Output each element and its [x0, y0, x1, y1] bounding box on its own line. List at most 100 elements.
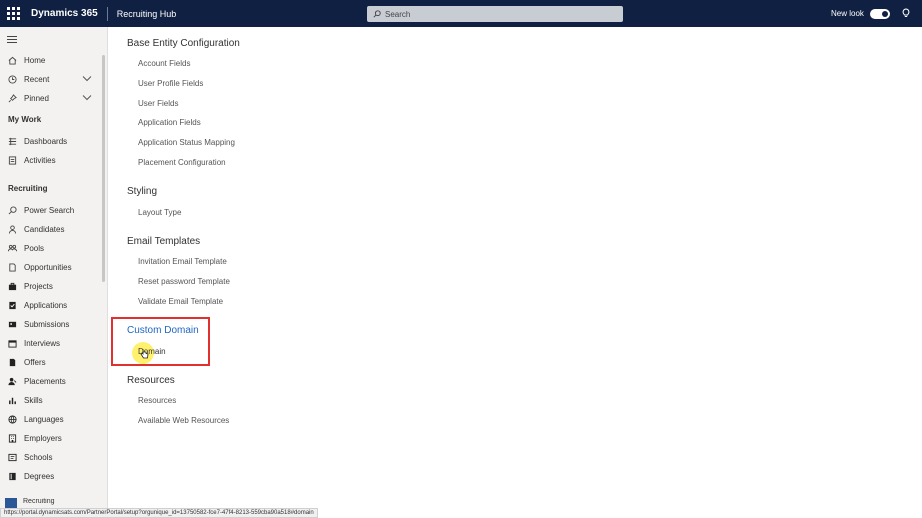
sidebar-item-label: Submissions — [24, 319, 70, 329]
clock-icon — [7, 74, 17, 84]
module-name[interactable]: Recruiting Hub — [117, 9, 177, 19]
sidebar-item-label: Schools — [24, 452, 53, 462]
home-icon — [7, 55, 17, 65]
sidebar-item-recent[interactable]: Recent — [0, 71, 100, 87]
sidebar-item-degrees[interactable]: Degrees — [0, 468, 100, 484]
link-placement-configuration[interactable]: Placement Configuration — [138, 158, 226, 167]
link-resources[interactable]: Resources — [138, 396, 176, 405]
sidebar-item-languages[interactable]: Languages — [0, 411, 100, 427]
sidebar-item-skills[interactable]: Skills — [0, 392, 100, 408]
sidebar-item-label: Activities — [24, 155, 56, 165]
pools-icon — [7, 243, 17, 253]
sidebar-item-label: Candidates — [24, 224, 65, 234]
placements-icon — [7, 376, 17, 386]
sidebar-item-power-search[interactable]: Power Search — [0, 202, 100, 218]
hand-pointer-icon — [140, 349, 149, 359]
my-work-header: My Work — [8, 115, 42, 124]
sidebar-item-activities[interactable]: Activities — [0, 152, 100, 168]
app-name[interactable]: Dynamics 365 — [31, 8, 98, 19]
sidebar-item-label: Pinned — [24, 93, 49, 103]
sidebar-item-label: Interviews — [24, 338, 61, 348]
link-available-web-resources[interactable]: Available Web Resources — [138, 416, 229, 425]
document-icon — [7, 262, 17, 272]
section-title-styling: Styling — [127, 186, 158, 197]
sidebar-item-label: Applications — [24, 300, 68, 310]
school-icon — [7, 452, 17, 462]
link-user-fields[interactable]: User Fields — [138, 99, 178, 108]
link-layout-type[interactable]: Layout Type — [138, 208, 181, 217]
chevron-down-icon[interactable] — [82, 75, 92, 82]
briefcase-icon — [7, 281, 17, 291]
area-switcher[interactable]: Recruiting — [5, 498, 103, 508]
sidebar-item-label: Recent — [24, 74, 50, 84]
sidebar-item-submissions[interactable]: Submissions — [0, 316, 100, 332]
new-look-toggle[interactable] — [869, 8, 890, 19]
area-badge-icon — [5, 498, 17, 508]
submissions-icon — [7, 319, 17, 329]
link-invitation-email-template[interactable]: Invitation Email Template — [138, 257, 227, 266]
search-input[interactable]: Search — [367, 6, 623, 22]
applications-icon — [7, 300, 17, 310]
new-look-control: New look — [831, 0, 890, 27]
skills-icon — [7, 395, 17, 405]
sidebar-item-dashboards[interactable]: Dashboards — [0, 133, 100, 149]
app-launcher-icon[interactable] — [7, 6, 21, 21]
sidebar-item-offers[interactable]: Offers — [0, 354, 100, 370]
link-application-status-mapping[interactable]: Application Status Mapping — [138, 138, 235, 147]
calendar-icon — [7, 338, 17, 348]
pin-icon — [7, 93, 17, 103]
sidebar-item-pinned[interactable]: Pinned — [0, 90, 100, 106]
sidebar-item-opportunities[interactable]: Opportunities — [0, 259, 100, 275]
book-icon — [7, 471, 17, 481]
link-user-profile-fields[interactable]: User Profile Fields — [138, 79, 203, 88]
sidebar-scrollbar[interactable] — [102, 55, 105, 282]
sidebar-item-label: Dashboards — [24, 136, 68, 146]
sidebar-item-employers[interactable]: Employers — [0, 430, 100, 446]
divider — [106, 6, 108, 21]
activities-icon — [7, 155, 17, 165]
sidebar-item-label: Projects — [24, 281, 53, 291]
sidebar-item-label: Placements — [24, 376, 66, 386]
sidebar-item-interviews[interactable]: Interviews — [0, 335, 100, 351]
sidebar-item-label: Offers — [24, 357, 46, 367]
sidebar-item-projects[interactable]: Projects — [0, 278, 100, 294]
person-icon — [7, 224, 17, 234]
sidebar-item-label: Employers — [24, 433, 62, 443]
sidebar-item-label: Home — [24, 55, 46, 65]
search-icon — [373, 10, 381, 18]
sidebar-item-applications[interactable]: Applications — [0, 297, 100, 313]
sidebar-item-label: Opportunities — [24, 262, 72, 272]
sidebar-item-label: Pools — [24, 243, 45, 253]
sidebar-item-label: Languages — [24, 414, 64, 424]
sidebar: Home Recent Pinned My Work Dashboards Ac… — [0, 27, 108, 518]
sidebar-item-home[interactable]: Home — [0, 52, 100, 68]
link-application-fields[interactable]: Application Fields — [138, 118, 201, 127]
building-icon — [7, 433, 17, 443]
recruiting-header: Recruiting — [8, 184, 48, 193]
sidebar-item-placements[interactable]: Placements — [0, 373, 100, 389]
section-title-resources: Resources — [127, 375, 175, 386]
hamburger-menu-icon[interactable] — [7, 36, 17, 45]
area-switcher-label: Recruiting — [23, 498, 55, 505]
sidebar-item-pools[interactable]: Pools — [0, 240, 100, 256]
sidebar-item-candidates[interactable]: Candidates — [0, 221, 100, 237]
link-reset-password-template[interactable]: Reset password Template — [138, 277, 230, 286]
link-validate-email-template[interactable]: Validate Email Template — [138, 297, 223, 306]
section-title-custom-domain: Custom Domain — [127, 325, 199, 336]
link-account-fields[interactable]: Account Fields — [138, 59, 190, 68]
offers-icon — [7, 357, 17, 367]
chevron-down-icon[interactable] — [82, 94, 92, 101]
globe-icon — [7, 414, 17, 424]
sidebar-item-label: Degrees — [24, 471, 55, 481]
dashboard-icon — [7, 136, 17, 146]
sidebar-item-label: Skills — [24, 395, 43, 405]
lightbulb-icon[interactable] — [902, 8, 910, 19]
section-title-email-templates: Email Templates — [127, 236, 201, 247]
sidebar-item-label: Power Search — [24, 205, 75, 215]
status-bar-url: https://portal.dynamicsats.com/PartnerPo… — [0, 508, 318, 518]
new-look-label: New look — [831, 9, 864, 18]
section-title-base-entity-configuration: Base Entity Configuration — [127, 38, 240, 49]
sidebar-item-schools[interactable]: Schools — [0, 449, 100, 465]
main-content: Base Entity Configuration Account Fields… — [109, 27, 922, 510]
search-icon — [7, 205, 17, 215]
